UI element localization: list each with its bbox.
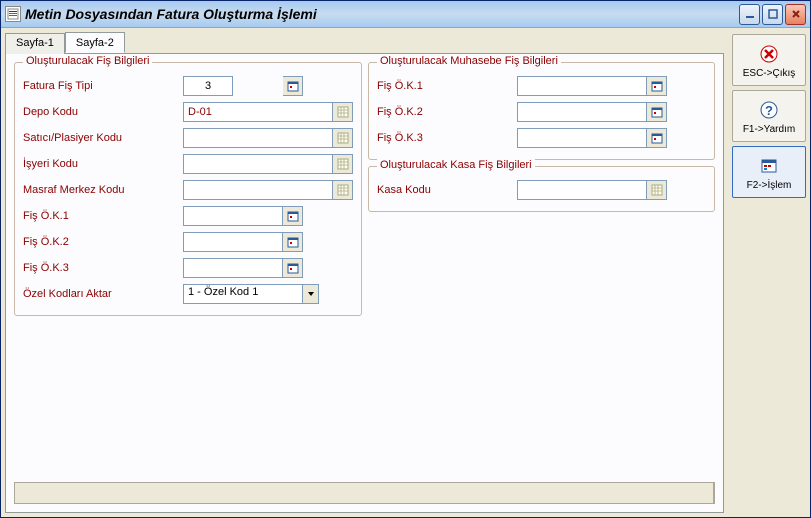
groupbox-kasa-fis: Oluşturulacak Kasa Fiş Bilgileri Kasa Ko…: [368, 166, 715, 212]
label: Fiş Ö.K.1: [377, 80, 517, 92]
label: Fiş Ö.K.2: [23, 236, 183, 248]
col-right: Oluşturulacak Muhasebe Fiş Bilgileri Fiş…: [368, 62, 715, 322]
form-columns: Oluşturulacak Fiş Bilgileri Fatura Fiş T…: [14, 62, 715, 322]
groupbox-fis-bilgileri: Oluşturulacak Fiş Bilgileri Fatura Fiş T…: [14, 62, 362, 316]
row-depo-kodu: Depo Kodu: [23, 99, 353, 125]
tabpage: Oluşturulacak Fiş Bilgileri Fatura Fiş T…: [5, 53, 724, 513]
lookup-button[interactable]: [283, 258, 303, 278]
label: Özel Kodları Aktar: [23, 288, 183, 300]
fatura-fis-tipi-input[interactable]: [183, 76, 233, 96]
side-label: F1->Yardım: [743, 124, 795, 135]
depo-kodu-input[interactable]: [183, 102, 333, 122]
row-isyeri-kodu: İşyeri Kodu: [23, 151, 353, 177]
row-muh-ok1: Fiş Ö.K.1: [377, 73, 706, 99]
label: Masraf Merkez Kodu: [23, 184, 183, 196]
row-fatura-fis-tipi: Fatura Fiş Tipi: [23, 73, 353, 99]
grid-lookup-button[interactable]: [333, 102, 353, 122]
fis-ok2-input[interactable]: [183, 232, 283, 252]
svg-text:?: ?: [765, 103, 773, 118]
grid-lookup-button[interactable]: [333, 154, 353, 174]
muh-ok1-input[interactable]: [517, 76, 647, 96]
close-button[interactable]: [785, 4, 806, 25]
window: Metin Dosyasından Fatura Oluşturma İşlem…: [0, 0, 811, 518]
satici-plasiyer-input[interactable]: [183, 128, 333, 148]
fis-ok1-input[interactable]: [183, 206, 283, 226]
side-label: F2->İşlem: [747, 180, 792, 191]
f1-yardim-button[interactable]: ? F1->Yardım: [732, 90, 806, 142]
grid-lookup-button[interactable]: [333, 128, 353, 148]
lookup-button[interactable]: [283, 232, 303, 252]
row-kasa-kodu: Kasa Kodu: [377, 177, 706, 203]
status-cell: [15, 483, 714, 503]
lookup-button[interactable]: [283, 76, 303, 96]
fis-ok3-input[interactable]: [183, 258, 283, 278]
groupbox-title: Oluşturulacak Fiş Bilgileri: [23, 55, 152, 67]
row-fis-ok2: Fiş Ö.K.2: [23, 229, 353, 255]
label: Fiş Ö.K.1: [23, 210, 183, 222]
chevron-down-icon[interactable]: [303, 284, 319, 304]
row-fis-ok1: Fiş Ö.K.1: [23, 203, 353, 229]
groupbox-muhasebe-fis: Oluşturulacak Muhasebe Fiş Bilgileri Fiş…: [368, 62, 715, 160]
row-ozel-kodlari-aktar: Özel Kodları Aktar 1 - Özel Kod 1: [23, 281, 353, 307]
groupbox-title: Oluşturulacak Muhasebe Fiş Bilgileri: [377, 55, 561, 67]
lookup-button[interactable]: [647, 102, 667, 122]
maximize-button[interactable]: [762, 4, 783, 25]
isyeri-kodu-input[interactable]: [183, 154, 333, 174]
window-buttons: [739, 4, 806, 25]
side-label: ESC->Çıkış: [743, 68, 796, 79]
sidebar: ESC->Çıkış ? F1->Yardım F2->İşlem: [728, 28, 810, 517]
body: Sayfa-1 Sayfa-2 Oluşturulacak Fiş Bilgil…: [1, 28, 810, 517]
row-muh-ok3: Fiş Ö.K.3: [377, 125, 706, 151]
row-satici-plasiyer: Satıcı/Plasiyer Kodu: [23, 125, 353, 151]
row-fis-ok3: Fiş Ö.K.3: [23, 255, 353, 281]
lookup-button[interactable]: [283, 206, 303, 226]
label: Fiş Ö.K.3: [23, 262, 183, 274]
window-title: Metin Dosyasından Fatura Oluşturma İşlem…: [25, 6, 739, 22]
lookup-button[interactable]: [647, 76, 667, 96]
ozel-kodlari-combo[interactable]: 1 - Özel Kod 1: [183, 284, 319, 304]
kasa-kodu-input[interactable]: [517, 180, 647, 200]
label: Satıcı/Plasiyer Kodu: [23, 132, 183, 144]
combo-value: 1 - Özel Kod 1: [183, 284, 303, 304]
titlebar: Metin Dosyasından Fatura Oluşturma İşlem…: [1, 1, 810, 28]
grid-lookup-button[interactable]: [647, 180, 667, 200]
help-icon: ?: [757, 98, 781, 122]
app-icon: [5, 6, 21, 22]
label: Fiş Ö.K.2: [377, 106, 517, 118]
groupbox-title: Oluşturulacak Kasa Fiş Bilgileri: [377, 159, 535, 171]
masraf-merkez-input[interactable]: [183, 180, 333, 200]
lookup-button[interactable]: [647, 128, 667, 148]
row-muh-ok2: Fiş Ö.K.2: [377, 99, 706, 125]
grid-lookup-button[interactable]: [333, 180, 353, 200]
label: Fiş Ö.K.3: [377, 132, 517, 144]
esc-cikis-button[interactable]: ESC->Çıkış: [732, 34, 806, 86]
muh-ok2-input[interactable]: [517, 102, 647, 122]
f2-islem-button[interactable]: F2->İşlem: [732, 146, 806, 198]
row-masraf-merkez: Masraf Merkez Kodu: [23, 177, 353, 203]
label: Depo Kodu: [23, 106, 183, 118]
label: İşyeri Kodu: [23, 158, 183, 170]
tabstrip: Sayfa-1 Sayfa-2: [5, 32, 724, 53]
tab-sayfa-1[interactable]: Sayfa-1: [5, 33, 65, 54]
label: Fatura Fiş Tipi: [23, 80, 183, 92]
process-icon: [757, 154, 781, 178]
main-panel: Sayfa-1 Sayfa-2 Oluşturulacak Fiş Bilgil…: [1, 28, 728, 517]
minimize-button[interactable]: [739, 4, 760, 25]
col-left: Oluşturulacak Fiş Bilgileri Fatura Fiş T…: [14, 62, 362, 322]
muh-ok3-input[interactable]: [517, 128, 647, 148]
close-x-icon: [757, 42, 781, 66]
tab-sayfa-2[interactable]: Sayfa-2: [65, 32, 125, 53]
statusbar: [14, 482, 715, 504]
label: Kasa Kodu: [377, 184, 517, 196]
